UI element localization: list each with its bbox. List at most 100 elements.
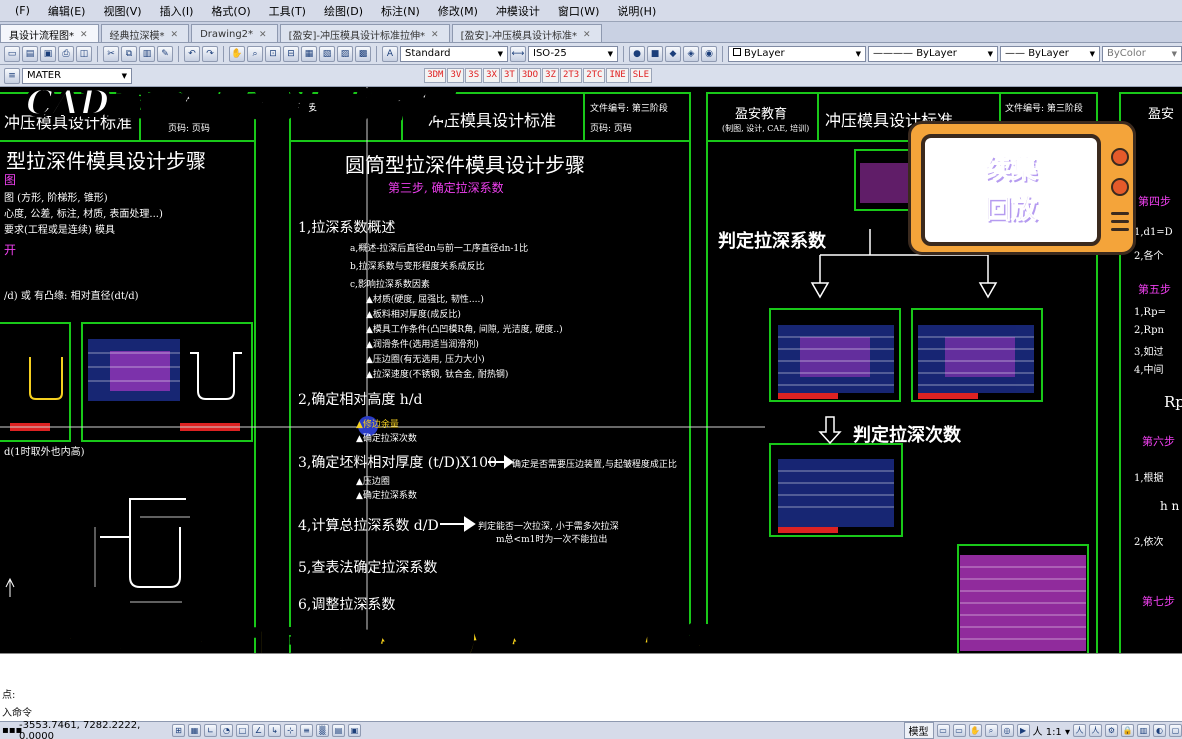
shortcut-button[interactable]: 3DM xyxy=(424,68,447,83)
menu-die-design[interactable]: 冲模设计 xyxy=(487,3,549,19)
hardware-accel-icon[interactable]: ▥ xyxy=(1137,724,1150,737)
factor-item: ▲压边圈(有无选用, 压力大小) xyxy=(366,355,485,365)
quick-props-toggle-icon[interactable]: ▤ xyxy=(332,724,345,737)
zoom-realtime-icon[interactable]: ⌕ xyxy=(247,45,263,62)
layer-select[interactable]: MATER ▼ xyxy=(22,67,132,84)
workspace-gear-icon[interactable]: ⚙ xyxy=(1105,724,1118,737)
shortcut-button[interactable]: SLE xyxy=(629,68,652,83)
layout-icon[interactable]: ▭ xyxy=(936,724,950,737)
tab-process-flow[interactable]: 具设计流程图* ✕ xyxy=(0,24,99,42)
tab-classic-drawing-die[interactable]: 经典拉深模* ✕ xyxy=(100,24,190,42)
pan-icon[interactable]: ✋ xyxy=(968,724,982,737)
menu-format[interactable]: 格式(O) xyxy=(202,3,259,19)
zoom-icon[interactable]: ⌕ xyxy=(984,724,998,737)
close-icon[interactable]: ✕ xyxy=(431,30,439,40)
undo-icon[interactable]: ↶ xyxy=(184,45,200,62)
annotation-visibility-icon[interactable]: 人 xyxy=(1073,724,1086,737)
osnap-toggle-icon[interactable]: □ xyxy=(236,724,249,737)
snap-toggle-icon[interactable]: ⊞ xyxy=(172,724,185,737)
plotstyle-select[interactable]: ByColor ▼ xyxy=(1102,45,1182,62)
selection-cycling-icon[interactable]: ▣ xyxy=(348,724,361,737)
render-box-icon[interactable]: ◆ xyxy=(665,45,681,62)
model-tab[interactable]: 模型 xyxy=(903,722,934,739)
close-icon[interactable]: ✕ xyxy=(583,30,591,40)
lock-icon[interactable]: 🔒 xyxy=(1121,724,1134,737)
isolate-objects-icon[interactable]: ◐ xyxy=(1153,724,1166,737)
transparency-toggle-icon[interactable]: ▒ xyxy=(316,724,329,737)
layer-manager-icon[interactable]: ≡ xyxy=(4,67,20,84)
menu-help[interactable]: 说明(H) xyxy=(608,3,665,19)
save-icon[interactable]: ▣ xyxy=(40,45,56,62)
shortcut-button[interactable]: 2TC xyxy=(583,68,606,83)
close-icon[interactable]: ✕ xyxy=(171,30,179,40)
menu-file[interactable]: (F) xyxy=(6,4,39,17)
grid-toggle-icon[interactable]: ▦ xyxy=(188,724,201,737)
dim-style-icon[interactable]: ⟷ xyxy=(510,45,526,62)
showmotion-icon[interactable]: ▶ xyxy=(1016,724,1030,737)
layout-icon[interactable]: ▭ xyxy=(952,724,966,737)
menu-tools[interactable]: 工具(T) xyxy=(260,3,315,19)
shortcut-button[interactable]: INE xyxy=(606,68,629,83)
menu-window[interactable]: 窗口(W) xyxy=(549,3,608,19)
redo-icon[interactable]: ↷ xyxy=(202,45,218,62)
otrack-toggle-icon[interactable]: ∠ xyxy=(252,724,265,737)
dim-style-select[interactable]: ISO-25 ▼ xyxy=(528,45,618,62)
command-prompt[interactable]: 入命令 xyxy=(2,704,32,719)
text-style-icon[interactable]: A xyxy=(382,45,398,62)
shortcut-button[interactable]: 3X xyxy=(483,68,500,83)
menu-view[interactable]: 视图(V) xyxy=(94,3,150,19)
tab-drawing2[interactable]: Drawing2* ✕ xyxy=(191,24,278,42)
status-menu-icon[interactable]: ▪▪▪ xyxy=(2,725,22,736)
design-center-icon[interactable]: ▧ xyxy=(319,45,335,62)
shortcut-button[interactable]: 2T3 xyxy=(559,68,583,83)
menu-edit[interactable]: 编辑(E) xyxy=(39,3,95,19)
ortho-toggle-icon[interactable]: ∟ xyxy=(204,724,217,737)
menu-draw[interactable]: 绘图(D) xyxy=(315,3,372,19)
tab-standard[interactable]: [盈安]-冲压模具设计标准* ✕ xyxy=(451,24,602,42)
pan-icon[interactable]: ✋ xyxy=(229,45,245,62)
tab-standard-stretch[interactable]: [盈安]-冲压模具设计标准拉伸* ✕ xyxy=(279,24,450,42)
menu-dimension[interactable]: 标注(N) xyxy=(372,3,429,19)
render-sphere-icon[interactable]: ● xyxy=(629,45,645,62)
color-select[interactable]: ByLayer ▼ xyxy=(728,45,866,62)
calculator-icon[interactable]: ▩ xyxy=(355,45,371,62)
menu-insert[interactable]: 插入(I) xyxy=(151,3,203,19)
steering-wheel-icon[interactable]: ◎ xyxy=(1000,724,1014,737)
ducs-toggle-icon[interactable]: ↳ xyxy=(268,724,281,737)
annotation-scale[interactable]: 人 1:1 ▾ xyxy=(1033,723,1070,738)
shortcut-button[interactable]: 3S xyxy=(465,68,483,83)
shortcut-button[interactable]: 3T xyxy=(500,68,518,83)
preview-icon[interactable]: ◫ xyxy=(76,45,92,62)
lineweight-select[interactable]: —— ByLayer ▼ xyxy=(1000,45,1100,62)
open-file-icon[interactable]: ▤ xyxy=(22,45,38,62)
render-cube-icon[interactable]: ■ xyxy=(647,45,663,62)
zoom-window-icon[interactable]: ⊡ xyxy=(265,45,281,62)
print-icon[interactable]: ⎙ xyxy=(58,45,74,62)
zoom-previous-icon[interactable]: ⊟ xyxy=(283,45,299,62)
shortcut-button[interactable]: 3Z xyxy=(542,68,559,83)
close-icon[interactable]: ✕ xyxy=(80,30,88,40)
menu-modify[interactable]: 修改(M) xyxy=(429,3,487,19)
tool-palette-icon[interactable]: ▨ xyxy=(337,45,353,62)
render-light-icon[interactable]: ◉ xyxy=(701,45,717,62)
shortcut-button[interactable]: 3V xyxy=(447,68,465,83)
text-style-select[interactable]: Standard ▼ xyxy=(400,45,508,62)
clean-screen-icon[interactable]: ▢ xyxy=(1169,724,1182,737)
copy-icon[interactable]: ⧉ xyxy=(121,45,137,62)
cut-icon[interactable]: ✂ xyxy=(103,45,119,62)
render-shade-icon[interactable]: ◈ xyxy=(683,45,699,62)
shortcut-button[interactable]: 3DO xyxy=(518,68,542,83)
left-sheet-sub: 图 xyxy=(4,173,17,187)
auto-scale-icon[interactable]: 人 xyxy=(1089,724,1102,737)
linetype-select[interactable]: ———— ByLayer ▼ xyxy=(868,45,998,62)
polar-toggle-icon[interactable]: ◔ xyxy=(220,724,233,737)
far-right-item: 2,各个 xyxy=(1134,251,1164,262)
command-window[interactable]: 点: 入命令 xyxy=(0,653,1182,721)
lineweight-toggle-icon[interactable]: ≡ xyxy=(300,724,313,737)
paste-icon[interactable]: ▥ xyxy=(139,45,155,62)
dyn-toggle-icon[interactable]: ⊹ xyxy=(284,724,297,737)
new-file-icon[interactable]: ▭ xyxy=(4,45,20,62)
properties-icon[interactable]: ▦ xyxy=(301,45,317,62)
match-properties-icon[interactable]: ✎ xyxy=(157,45,173,62)
close-icon[interactable]: ✕ xyxy=(259,30,267,40)
